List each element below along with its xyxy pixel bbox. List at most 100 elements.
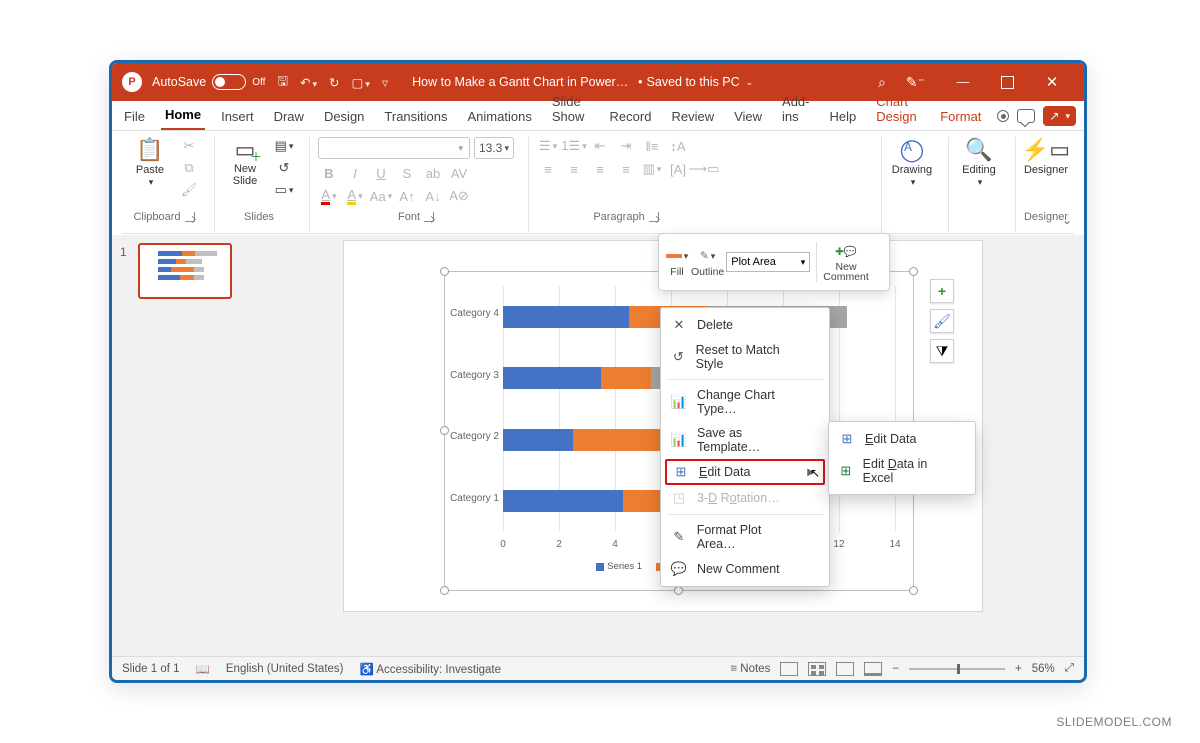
autosave-pill[interactable] bbox=[212, 74, 246, 90]
resize-handle[interactable] bbox=[909, 267, 918, 276]
font-launcher[interactable] bbox=[424, 212, 434, 222]
zoom-slider[interactable] bbox=[909, 668, 1005, 670]
fill-button[interactable]: ▾ Fill bbox=[665, 246, 689, 278]
tab-format[interactable]: Format bbox=[936, 104, 985, 130]
chart-elements-icon[interactable]: + bbox=[930, 279, 954, 303]
tab-slideshow[interactable]: Slide Show bbox=[548, 89, 594, 130]
font-name-field[interactable]: ▾ bbox=[318, 137, 470, 159]
resize-handle[interactable] bbox=[674, 586, 683, 595]
paragraph-launcher[interactable] bbox=[649, 212, 659, 222]
redo-icon[interactable]: ↻ bbox=[329, 75, 339, 90]
editing-button[interactable]: 🔍 Editing▾ bbox=[957, 137, 1001, 188]
columns-icon[interactable]: ▥▾ bbox=[641, 160, 663, 178]
resize-handle[interactable] bbox=[440, 586, 449, 595]
close-button[interactable]: ✕ bbox=[1034, 70, 1070, 94]
slide-canvas[interactable]: ▾ Fill ✎▾ Outline Plot Area▾ ✚💬 New Comm… bbox=[344, 241, 982, 611]
search-icon[interactable]: ⌕ bbox=[878, 74, 886, 91]
new-comment-button[interactable]: ✚💬 New Comment bbox=[823, 242, 869, 283]
align-left-icon[interactable]: ≡ bbox=[537, 160, 559, 178]
notes-button[interactable]: ≡ Notes bbox=[730, 663, 770, 675]
menu-delete[interactable]: ✕Delete bbox=[661, 312, 829, 338]
paste-button[interactable]: 📋 Paste ▾ bbox=[128, 137, 172, 188]
shrink-font-icon[interactable]: A↓ bbox=[422, 187, 444, 205]
menu-reset[interactable]: ↺Reset to Match Style bbox=[661, 338, 829, 376]
spacing-icon[interactable]: AV bbox=[448, 164, 470, 182]
font-color-icon[interactable]: A▾ bbox=[318, 187, 340, 205]
underline-icon[interactable]: U bbox=[370, 164, 392, 182]
draw-mode-icon[interactable]: ✎⁻ bbox=[906, 74, 925, 91]
menu-change-chart-type[interactable]: 📊Change Chart Type… bbox=[661, 383, 829, 421]
indent-inc-icon[interactable]: ⇥ bbox=[615, 137, 637, 155]
smartart-icon[interactable]: ⟶▭ bbox=[693, 160, 715, 178]
numbering-icon[interactable]: 1☰▾ bbox=[563, 137, 585, 155]
tab-animations[interactable]: Animations bbox=[464, 104, 536, 130]
line-spacing-icon[interactable]: ‖≡ bbox=[641, 137, 663, 155]
slide-editor[interactable]: ▾ Fill ✎▾ Outline Plot Area▾ ✚💬 New Comm… bbox=[242, 235, 1084, 656]
save-status[interactable]: •Saved to this PC⌄ bbox=[638, 75, 753, 89]
reset-slide-icon[interactable]: ↺ bbox=[273, 159, 295, 177]
present-icon[interactable]: ▢▾ bbox=[352, 75, 370, 90]
align-right-icon[interactable]: ≡ bbox=[589, 160, 611, 178]
tab-help[interactable]: Help bbox=[826, 104, 861, 130]
text-direction-icon[interactable]: ↕A bbox=[667, 137, 689, 155]
italic-icon[interactable]: I bbox=[344, 164, 366, 182]
tab-design[interactable]: Design bbox=[320, 104, 368, 130]
tab-file[interactable]: File bbox=[120, 104, 149, 130]
font-size-field[interactable]: 13.3▾ bbox=[474, 137, 514, 159]
spellcheck-icon[interactable]: 📖 bbox=[196, 662, 210, 676]
drawing-button[interactable]: ◯A Drawing▾ bbox=[890, 137, 934, 188]
camera-icon[interactable] bbox=[997, 110, 1009, 122]
tab-view[interactable]: View bbox=[730, 104, 766, 130]
reading-view-icon[interactable] bbox=[836, 662, 854, 676]
maximize-button[interactable] bbox=[1001, 76, 1014, 89]
tab-draw[interactable]: Draw bbox=[270, 104, 308, 130]
new-slide-button[interactable]: ▭＋ New Slide bbox=[223, 137, 267, 187]
justify-icon[interactable]: ≡ bbox=[615, 160, 637, 178]
tab-home[interactable]: Home bbox=[161, 102, 205, 130]
submenu-edit-data[interactable]: ⊞Edit Data bbox=[829, 426, 975, 452]
tab-addins[interactable]: Add-ins bbox=[778, 89, 813, 130]
change-case-icon[interactable]: Aa▾ bbox=[370, 187, 392, 205]
tab-chart-design[interactable]: Chart Design bbox=[872, 89, 924, 130]
zoom-in-icon[interactable]: + bbox=[1015, 663, 1022, 675]
resize-handle[interactable] bbox=[909, 586, 918, 595]
tab-insert[interactable]: Insert bbox=[217, 104, 258, 130]
menu-new-comment[interactable]: 💬New Comment bbox=[661, 556, 829, 582]
cut-icon[interactable]: ✂ bbox=[178, 137, 200, 155]
align-center-icon[interactable]: ≡ bbox=[563, 160, 585, 178]
menu-format-plot-area[interactable]: ✎Format Plot Area… bbox=[661, 518, 829, 556]
undo-icon[interactable]: ↶▾ bbox=[300, 75, 317, 90]
clipboard-launcher[interactable] bbox=[185, 212, 195, 222]
strike-icon[interactable]: S bbox=[396, 164, 418, 182]
zoom-out-icon[interactable]: − bbox=[892, 663, 899, 675]
comments-icon[interactable] bbox=[1017, 109, 1035, 123]
grow-font-icon[interactable]: A↑ bbox=[396, 187, 418, 205]
chart-element-selector[interactable]: Plot Area▾ bbox=[726, 252, 810, 272]
autosave-toggle[interactable]: AutoSave Off bbox=[152, 74, 265, 90]
clear-format-icon[interactable]: A⊘ bbox=[448, 187, 470, 205]
outline-button[interactable]: ✎▾ Outline bbox=[691, 246, 724, 278]
tab-record[interactable]: Record bbox=[606, 104, 656, 130]
sorter-view-icon[interactable] bbox=[808, 662, 826, 676]
resize-handle[interactable] bbox=[440, 426, 449, 435]
menu-save-template[interactable]: 📊Save as Template… bbox=[661, 421, 829, 459]
accessibility-indicator[interactable]: ♿ Accessibility: Investigate bbox=[360, 662, 502, 676]
format-painter-icon[interactable]: 🖌 bbox=[178, 181, 200, 199]
slide-indicator[interactable]: Slide 1 of 1 bbox=[122, 663, 180, 675]
slide-thumbnail-1[interactable] bbox=[138, 243, 232, 299]
fit-to-window-icon[interactable]: ⤢ bbox=[1065, 662, 1074, 675]
minimize-button[interactable]: ― bbox=[945, 70, 981, 94]
chart-styles-icon[interactable]: 🖌 bbox=[930, 309, 954, 333]
bullets-icon[interactable]: ☰▾ bbox=[537, 137, 559, 155]
menu-edit-data[interactable]: ⊞ Edit Data ▶ ↖ bbox=[665, 459, 825, 485]
indent-dec-icon[interactable]: ⇤ bbox=[589, 137, 611, 155]
align-text-icon[interactable]: [A] bbox=[667, 160, 689, 178]
copy-icon[interactable]: ⧉ bbox=[178, 159, 200, 177]
collapse-ribbon-icon[interactable]: ⌄ bbox=[1062, 213, 1072, 227]
resize-handle[interactable] bbox=[440, 267, 449, 276]
save-icon[interactable]: 🖫 bbox=[277, 72, 288, 93]
submenu-edit-data-excel[interactable]: ⊞Edit Data in Excel bbox=[829, 452, 975, 490]
section-icon[interactable]: ▭▾ bbox=[273, 181, 295, 199]
chart-filters-icon[interactable]: ⧩ bbox=[930, 339, 954, 363]
shadow-icon[interactable]: ab bbox=[422, 164, 444, 182]
